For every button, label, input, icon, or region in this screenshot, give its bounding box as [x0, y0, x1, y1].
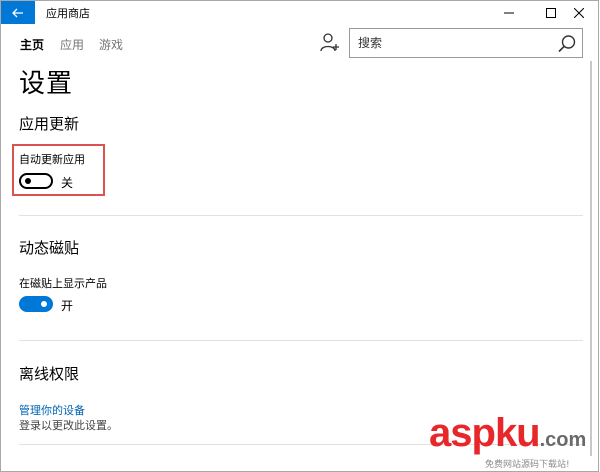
watermark-brand-tail: ku [494, 411, 541, 455]
show-on-tile-state: 开 [61, 299, 74, 313]
page-title: 设置 [19, 69, 74, 99]
search-button[interactable] [557, 34, 577, 54]
window-title: 应用商店 [46, 7, 90, 20]
auto-update-state: 关 [61, 176, 74, 190]
signin-description: 登录以更改此设置。 [19, 419, 118, 432]
section-title-app-updates: 应用更新 [19, 115, 80, 133]
back-button[interactable] [1, 1, 35, 24]
title-bar: 应用商店 [1, 1, 599, 24]
app-window: 应用商店 主页 应用 游戏 搜索 设置 应用更新 自动更新应用 关 动态磁贴 在… [0, 0, 599, 472]
minimize-button[interactable] [487, 1, 531, 24]
toggle-knob [25, 178, 31, 184]
user-add-icon [320, 33, 339, 52]
divider [19, 215, 583, 216]
maximize-icon [546, 7, 556, 18]
watermark-brand: asp [429, 411, 496, 455]
section-title-live-tile: 动态磁贴 [19, 239, 80, 257]
scrollbar[interactable] [590, 61, 592, 456]
divider [19, 340, 583, 341]
back-arrow-icon [12, 8, 23, 17]
manage-devices-link[interactable]: 管理你的设备 [19, 402, 85, 418]
watermark-tagline: 免费网站源码下载站! [485, 460, 570, 470]
minimize-icon [504, 12, 514, 13]
close-button[interactable] [557, 1, 600, 24]
search-icon [558, 35, 576, 53]
search-input[interactable] [350, 29, 550, 57]
section-title-offline-permissions: 离线权限 [19, 365, 80, 383]
show-on-tile-label: 在磁贴上显示产品 [19, 277, 107, 290]
tab-home[interactable]: 主页 [20, 36, 44, 53]
auto-update-label: 自动更新应用 [19, 153, 85, 166]
auto-update-toggle[interactable] [19, 173, 53, 189]
toggle-knob [41, 301, 47, 307]
show-on-tile-toggle[interactable] [19, 296, 53, 312]
account-button[interactable] [319, 31, 341, 53]
search-box [349, 28, 583, 58]
close-icon [574, 7, 584, 18]
site-watermark: aspku.com 免费网站源码下载站! [429, 413, 599, 471]
watermark-domain: .com [539, 429, 587, 451]
tab-games[interactable]: 游戏 [99, 36, 123, 53]
tab-apps[interactable]: 应用 [60, 36, 84, 53]
watermark-logo: aspku.com [429, 413, 586, 460]
